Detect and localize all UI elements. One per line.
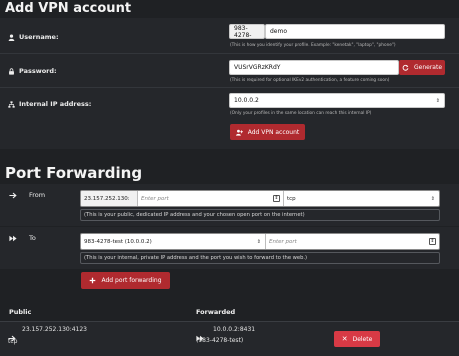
password-label-text: Password:: [19, 67, 57, 75]
chevron-updown-icon: ⇕: [435, 97, 440, 104]
username-label: Username:: [8, 33, 59, 41]
stepper-icon[interactable]: ⇕: [429, 238, 436, 245]
forwarded-name: (983-4278-test): [196, 337, 244, 344]
username-prefix: 983-4278-: [229, 24, 265, 39]
from-help-text: (This is your public, dedicated IP addre…: [84, 212, 305, 218]
network-icon: [8, 100, 15, 108]
refresh-icon: [402, 64, 409, 71]
from-input-group: 23.157.252.130: Enter port ⇕ tcp ⇕: [80, 190, 440, 207]
stepper-icon[interactable]: ⇕: [273, 195, 280, 202]
public-address: 23.157.252.130:4123: [22, 326, 88, 333]
chevron-updown-icon: ⇕: [430, 195, 435, 202]
chevron-updown-icon: ⇕: [256, 238, 261, 245]
to-label-text: To: [29, 234, 36, 242]
delete-button-label: Delete: [352, 335, 373, 343]
to-help: (This is your internal, private IP addre…: [80, 252, 440, 264]
forwarded-address: 10.0.0.2:8431: [213, 326, 256, 333]
ip-help: (Only your profiles in the same location…: [230, 111, 372, 116]
column-header-forwarded: Forwarded: [196, 308, 236, 316]
delete-button[interactable]: ✕ Delete: [334, 331, 380, 347]
user-plus-icon: [235, 129, 243, 136]
from-help: (This is your public, dedicated IP addre…: [80, 209, 440, 221]
close-icon: ✕: [341, 335, 348, 343]
password-label: Password:: [8, 67, 57, 75]
generate-button-label: Generate: [413, 64, 443, 71]
username-help: (This is how you identify your profile. …: [230, 43, 396, 48]
to-port-placeholder: Enter port: [269, 238, 297, 245]
username-input[interactable]: demo: [265, 24, 445, 39]
to-target-value: 983-4278-test (10.0.0.2): [84, 238, 152, 245]
protocol-select[interactable]: tcp ⇕: [284, 191, 439, 206]
ip-value: 10.0.0.2: [234, 97, 259, 104]
protocol-cell: tcp: [8, 338, 18, 345]
password-value: VUSrVGRzKRdY: [234, 64, 281, 71]
add-port-forwarding-label: Add port forwarding: [101, 277, 162, 284]
key-icon: [9, 67, 14, 75]
column-header-public: Public: [9, 308, 32, 316]
ip-select[interactable]: 10.0.0.2 ⇕: [229, 93, 445, 108]
to-input-group: 983-4278-test (10.0.0.2) ⇕ Enter port ⇕: [80, 233, 440, 250]
add-port-forwarding-button[interactable]: Add port forwarding: [81, 272, 170, 289]
pf-title: Port Forwarding: [5, 164, 143, 182]
protocol-value: tcp: [287, 195, 296, 202]
from-label-text: From: [29, 191, 46, 199]
vpn-title: Add VPN account: [5, 1, 132, 16]
to-help-text: (This is your internal, private IP addre…: [84, 255, 308, 261]
from-label: From: [9, 191, 45, 199]
user-icon: [8, 33, 15, 41]
divider: [0, 87, 459, 88]
generate-button[interactable]: Generate: [399, 60, 445, 75]
fast-forward-icon: [9, 235, 17, 241]
username-prefix-text: 983-4278-: [234, 24, 252, 39]
from-ip-text: 23.157.252.130:: [84, 195, 130, 202]
arrow-right-icon: [9, 192, 17, 198]
divider: [0, 53, 459, 54]
to-label: To: [9, 234, 36, 242]
add-vpn-account-label: Add VPN account: [247, 128, 300, 136]
to-port-input[interactable]: Enter port ⇕: [266, 234, 439, 249]
ip-label-text: Internal IP address:: [19, 100, 92, 108]
password-input[interactable]: VUSrVGRzKRdY: [229, 60, 399, 75]
ip-label: Internal IP address:: [8, 100, 91, 108]
from-ip: 23.157.252.130:: [81, 191, 138, 206]
add-vpn-account-button[interactable]: Add VPN account: [230, 124, 305, 140]
from-port-input[interactable]: Enter port ⇕: [138, 191, 284, 206]
username-value: demo: [270, 28, 288, 35]
to-target-select[interactable]: 983-4278-test (10.0.0.2) ⇕: [81, 234, 266, 249]
plus-icon: [90, 277, 96, 284]
from-port-placeholder: Enter port: [141, 195, 169, 202]
username-label-text: Username:: [19, 33, 59, 41]
password-help: (This is required for optional IKEv2 aut…: [230, 78, 390, 83]
